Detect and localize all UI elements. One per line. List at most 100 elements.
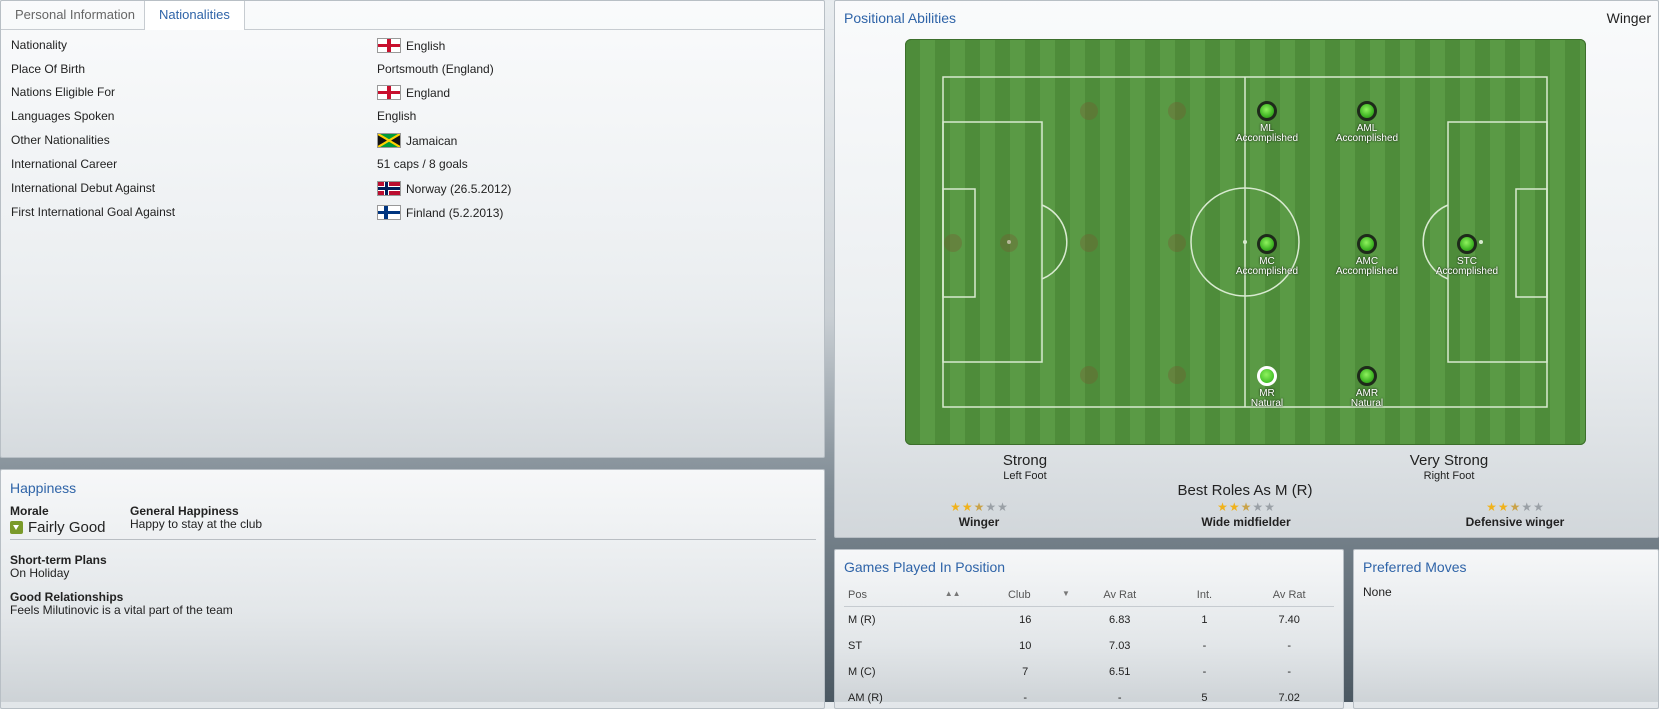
first-goal-value[interactable]: Finland (5.2.2013) [377,205,503,220]
position-label-aml: AMLAccomplished [1327,124,1407,144]
star-icon: ★ [985,501,996,513]
star-icon: ★ [997,501,1008,513]
empty-position [1168,366,1186,384]
table-row[interactable]: M (C)76.51-- [844,659,1334,685]
star-icon: ★ [1510,501,1521,513]
jamaica-flag-icon [377,133,401,148]
norway-flag-icon [377,181,401,196]
table-cell: - [976,685,1075,709]
position-label-amr: AMRNatural [1327,389,1407,409]
right-foot-label: Right Foot [1369,470,1529,482]
star-icon: ★ [1252,501,1263,513]
position-marker-amr[interactable] [1357,366,1377,386]
role-defensive-winger[interactable]: ★★★★★ Defensive winger [1415,501,1615,529]
col-header-club[interactable]: Club ▼ [976,584,1075,607]
position-marker-amc[interactable] [1357,234,1377,254]
position-marker-aml[interactable] [1357,101,1377,121]
left-foot-label: Left Foot [945,470,1105,482]
col-header-pos[interactable]: Pos ▲▲ [844,584,976,607]
nationality-row: Nationality English [11,38,811,58]
positional-abilities-panel: Positional Abilities Winger [834,0,1659,538]
empty-position [1080,102,1098,120]
table-cell: 1 [1165,607,1245,634]
international-debut-value[interactable]: Norway (26.5.2012) [377,181,511,196]
table-row[interactable]: M (R)166.8317.40 [844,607,1334,634]
sort-icon: ▲▲ [945,589,961,598]
table-cell: ST [844,633,976,659]
table-cell: 6.83 [1075,607,1165,634]
short-term-plans-value: On Holiday [10,566,69,580]
other-nationalities-row: Other Nationalities Jamaican [11,133,811,153]
row-value: Portsmouth (England) [377,62,494,76]
role-winger[interactable]: ★★★★★ Winger [879,501,1079,529]
table-cell: 16 [976,607,1075,634]
position-marker-mc[interactable] [1257,234,1277,254]
table-row[interactable]: AM (R)--57.02 [844,685,1334,709]
happiness-panel: Happiness Morale Fairly Good General Hap… [0,469,825,709]
position-label-ml: MLAccomplished [1227,124,1307,144]
games-table: Pos ▲▲ Club ▼ Av Rat Int. Av Rat M (R)16… [844,584,1334,709]
divider [10,539,816,540]
position-label-mc: MCAccomplished [1227,257,1307,277]
position-marker-ml[interactable] [1257,101,1277,121]
table-cell: 6.51 [1075,659,1165,685]
role-name: Defensive winger [1415,515,1615,529]
row-value: England [406,86,450,100]
col-header-int-av-rat[interactable]: Av Rat [1244,584,1334,607]
general-happiness-label: General Happiness [130,504,239,518]
good-relationships-label: Good Relationships [10,590,123,604]
row-label: International Career [11,157,117,171]
table-cell: 10 [976,633,1075,659]
table-cell: M (R) [844,607,976,634]
place-of-birth-value: Portsmouth (England) [377,62,494,76]
col-header-int[interactable]: Int. [1165,584,1245,607]
empty-position [944,234,962,252]
table-cell: 7.03 [1075,633,1165,659]
table-cell: 7.40 [1244,607,1334,634]
star-rating: ★★★★★ [879,501,1079,513]
row-label: Other Nationalities [11,133,110,147]
player-role: Winger [1607,10,1651,26]
row-label: Nationality [11,38,67,52]
table-cell: AM (R) [844,685,976,709]
international-career-row: International Career 51 caps / 8 goals [11,157,811,177]
position-marker-mr[interactable] [1257,366,1277,386]
row-value: English [377,109,416,123]
table-cell: - [1165,633,1245,659]
good-relationships-value[interactable]: Feels Milutinovic is a vital part of the… [10,603,233,617]
star-icon: ★ [1486,501,1497,513]
star-icon: ★ [1229,501,1240,513]
row-value: Finland (5.2.2013) [406,206,503,220]
col-header-club-av-rat[interactable]: Av Rat [1075,584,1165,607]
table-cell: M (C) [844,659,976,685]
position-marker-stc[interactable] [1457,234,1477,254]
tab-personal-information[interactable]: Personal Information [1,1,149,29]
pitch: MLAccomplished AMLAccomplished MCAccompl… [905,39,1586,445]
position-label-amc: AMCAccomplished [1327,257,1407,277]
star-icon: ★ [1217,501,1228,513]
other-nationalities-value[interactable]: Jamaican [377,133,457,148]
morale-label: Morale [10,504,49,518]
empty-position [1168,234,1186,252]
row-label: Nations Eligible For [11,85,115,99]
row-label: International Debut Against [11,181,155,195]
arrow-down-icon [10,521,23,534]
short-term-plans-label: Short-term Plans [10,553,107,567]
nations-eligible-row: Nations Eligible For England [11,85,811,105]
position-label-mr: MRNatural [1227,389,1307,409]
nationality-value[interactable]: English [377,38,445,53]
right-foot-strength: Very Strong [1369,452,1529,469]
star-icon: ★ [1264,501,1275,513]
england-flag-icon [377,38,401,53]
tab-nationalities[interactable]: Nationalities [144,1,245,30]
chevron-down-icon: ▼ [1062,589,1070,598]
morale-value-wrap: Fairly Good [10,519,106,536]
role-wide-midfielder[interactable]: ★★★★★ Wide midfielder [1146,501,1346,529]
table-row[interactable]: ST107.03-- [844,633,1334,659]
table-cell: 7 [976,659,1075,685]
nations-eligible-value[interactable]: England [377,85,450,100]
header-label: Club [1008,589,1031,601]
general-happiness-value: Happy to stay at the club [130,517,262,531]
empty-position [1080,366,1098,384]
games-table-body: M (R)166.8317.40ST107.03--M (C)76.51--AM… [844,607,1334,709]
